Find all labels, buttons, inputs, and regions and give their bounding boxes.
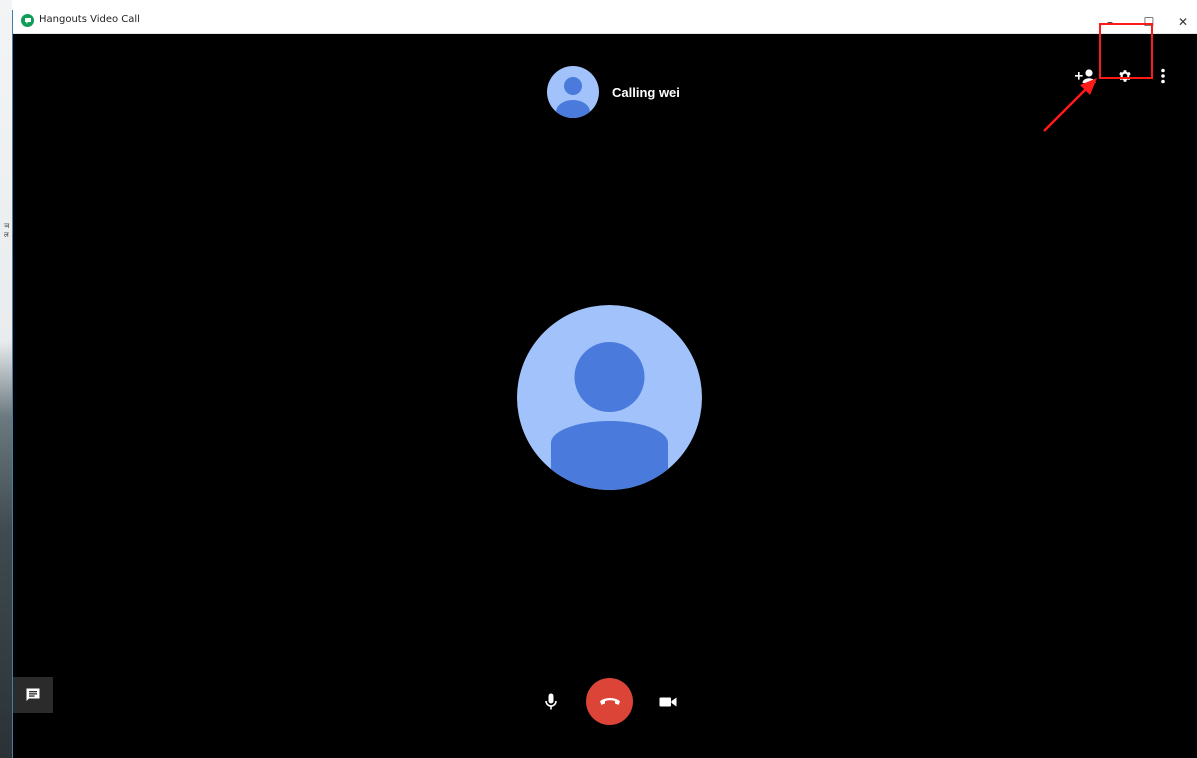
close-button[interactable]: ✕ [1166, 10, 1197, 33]
callee-avatar-large [517, 305, 702, 490]
video-stage: Calling wei [13, 34, 1197, 758]
call-end-icon [599, 697, 620, 705]
chat-icon [26, 688, 40, 701]
end-call-button[interactable] [586, 678, 633, 725]
more-options-button[interactable] [1150, 63, 1176, 89]
title-bar[interactable]: Hangouts Video Call – ☐ ✕ [13, 10, 1197, 34]
desktop-icon-fragment: ञल [4, 222, 10, 239]
callee-header: Calling wei [547, 66, 680, 118]
desktop-background: ञल [0, 0, 12, 758]
mute-microphone-button[interactable] [539, 690, 563, 714]
annotation-highlight-box [1099, 23, 1153, 79]
hangouts-icon [21, 14, 34, 27]
hangouts-window: Hangouts Video Call – ☐ ✕ Calling wei [12, 10, 1197, 758]
toggle-camera-button[interactable] [656, 690, 680, 714]
calling-status: Calling wei [612, 84, 680, 100]
more-vert-icon [1161, 68, 1165, 84]
annotation-arrow [1043, 78, 1097, 132]
chat-button[interactable] [13, 677, 53, 713]
videocam-icon [659, 697, 677, 707]
window-title: Hangouts Video Call [39, 14, 140, 25]
microphone-icon [545, 693, 557, 710]
callee-avatar-small [547, 66, 599, 118]
